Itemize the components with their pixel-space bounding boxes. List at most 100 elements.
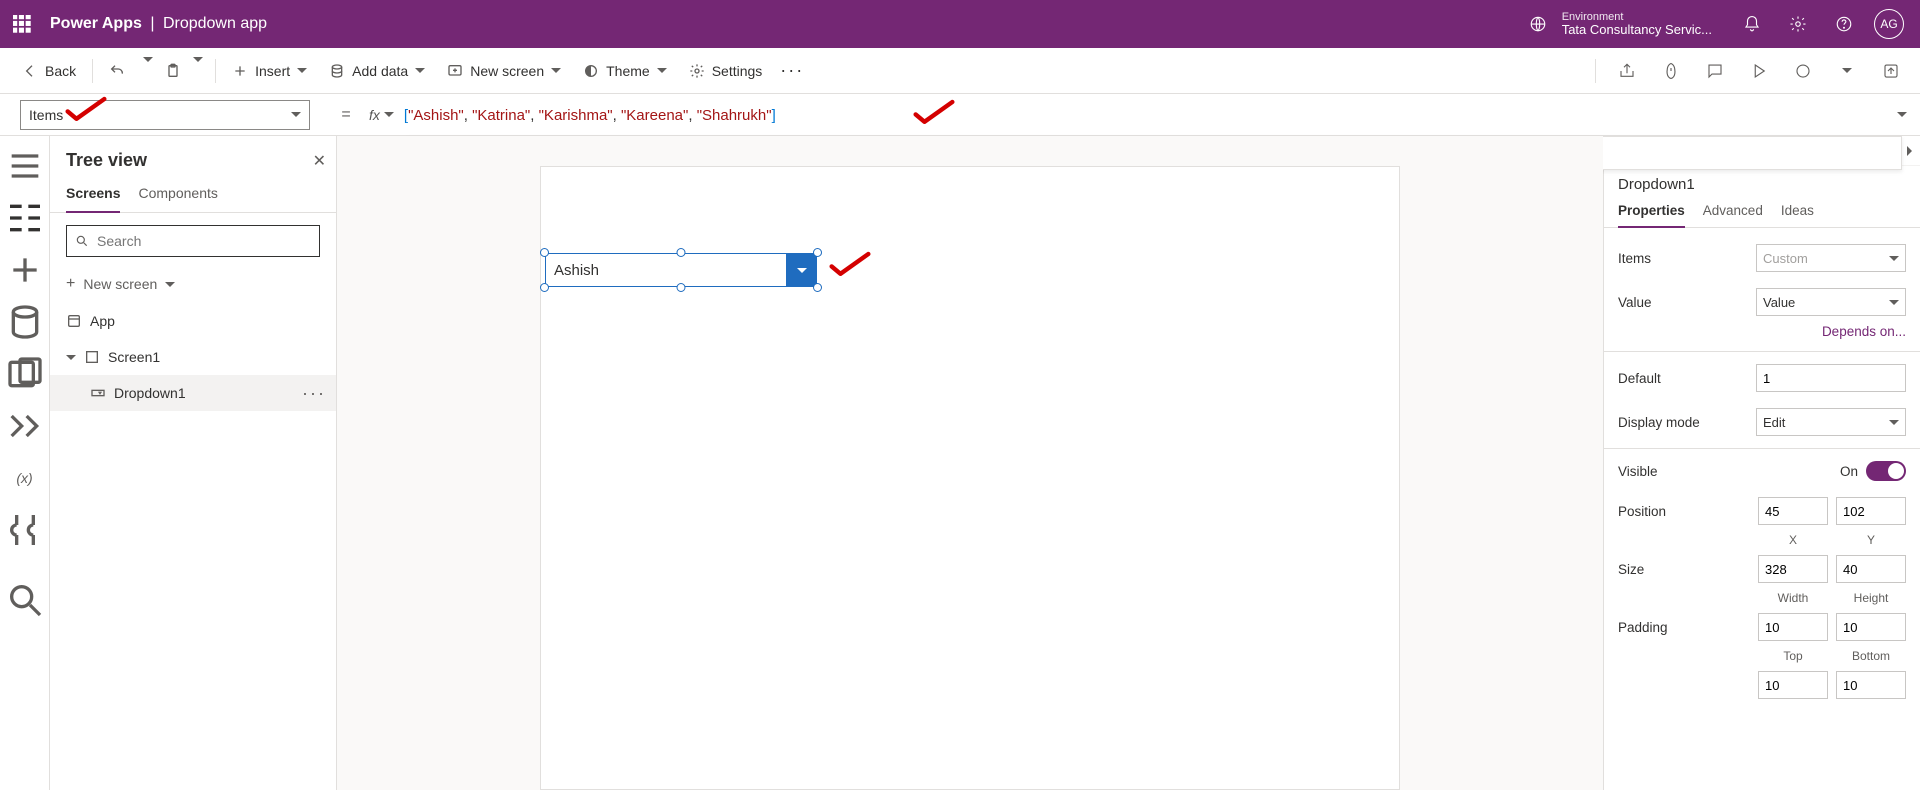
tab-advanced[interactable]: Advanced bbox=[1703, 199, 1763, 227]
property-selector-value: Items bbox=[29, 107, 63, 123]
prop-label-items: Items bbox=[1618, 251, 1651, 266]
prop-label-display-mode: Display mode bbox=[1618, 415, 1700, 430]
tree-item-dropdown1[interactable]: Dropdown1 ··· bbox=[50, 375, 336, 411]
canvas-dropdown-control[interactable]: Ashish bbox=[545, 253, 817, 287]
app-header: Power Apps | Dropdown app Environment Ta… bbox=[0, 0, 1920, 48]
play-icon[interactable] bbox=[1742, 54, 1776, 88]
resize-handle[interactable] bbox=[677, 283, 686, 292]
prop-label-size: Size bbox=[1618, 562, 1644, 577]
fx-label[interactable]: fx bbox=[355, 107, 394, 123]
notifications-icon[interactable] bbox=[1736, 8, 1768, 40]
save-status-icon[interactable] bbox=[1786, 54, 1820, 88]
hamburger-icon[interactable] bbox=[5, 146, 45, 186]
search-nav-icon[interactable] bbox=[5, 580, 45, 620]
tree-item-more-icon[interactable]: ··· bbox=[302, 383, 326, 404]
dropdown-selected-value: Ashish bbox=[554, 262, 599, 279]
prop-value-select[interactable]: Value bbox=[1756, 288, 1906, 316]
separator bbox=[215, 59, 216, 83]
left-nav-rail: (x) bbox=[0, 136, 50, 790]
new-screen-button[interactable]: + New screen bbox=[50, 269, 336, 299]
annotation-check-icon bbox=[912, 98, 956, 133]
paste-dropdown[interactable] bbox=[187, 62, 209, 80]
tab-ideas[interactable]: Ideas bbox=[1781, 199, 1814, 227]
padding-bottom-input[interactable] bbox=[1836, 613, 1906, 641]
prop-display-mode-select[interactable]: Edit bbox=[1756, 408, 1906, 436]
prop-label-default: Default bbox=[1618, 371, 1661, 386]
back-button[interactable]: Back bbox=[12, 49, 86, 93]
overflow-button[interactable]: ··· bbox=[774, 60, 810, 81]
media-nav-icon[interactable] bbox=[5, 354, 45, 394]
environment-picker[interactable]: Environment Tata Consultancy Servic... bbox=[1522, 8, 1712, 40]
selected-control-name: Dropdown1 bbox=[1604, 166, 1920, 199]
app-title: Power Apps | Dropdown app bbox=[50, 15, 267, 33]
tools-nav-icon[interactable] bbox=[5, 510, 45, 550]
separator bbox=[92, 59, 93, 83]
tree-item-app[interactable]: App bbox=[50, 303, 336, 339]
tab-properties[interactable]: Properties bbox=[1618, 199, 1685, 228]
properties-panel: Dropdown1 Properties Advanced Ideas Item… bbox=[1603, 136, 1920, 790]
tree-view-icon[interactable] bbox=[5, 198, 45, 238]
padding-left-input[interactable] bbox=[1758, 671, 1828, 699]
variables-nav-icon[interactable]: (x) bbox=[5, 458, 45, 498]
data-nav-icon[interactable] bbox=[5, 302, 45, 342]
prop-label-position: Position bbox=[1618, 504, 1666, 519]
insert-nav-icon[interactable] bbox=[5, 250, 45, 290]
padding-right-input[interactable] bbox=[1836, 671, 1906, 699]
comments-icon[interactable] bbox=[1698, 54, 1732, 88]
new-screen-button[interactable]: New screen bbox=[437, 49, 571, 93]
resize-handle[interactable] bbox=[677, 248, 686, 257]
insert-button[interactable]: Insert bbox=[222, 49, 317, 93]
position-y-input[interactable] bbox=[1836, 497, 1906, 525]
canvas[interactable]: Ashish bbox=[337, 136, 1603, 790]
command-bar: Back Insert Add data New screen T bbox=[0, 48, 1920, 94]
visible-toggle[interactable] bbox=[1866, 461, 1906, 481]
environment-label: Environment bbox=[1562, 11, 1712, 23]
formula-input[interactable]: ["Ashish", "Katrina", "Karishma", "Karee… bbox=[404, 102, 1874, 128]
tree-item-screen1[interactable]: Screen1 bbox=[50, 339, 336, 375]
tab-components[interactable]: Components bbox=[138, 179, 217, 212]
paste-button[interactable] bbox=[161, 49, 185, 93]
size-height-input[interactable] bbox=[1836, 555, 1906, 583]
waffle-icon[interactable] bbox=[6, 8, 38, 40]
depends-on-link[interactable]: Depends on... bbox=[1604, 324, 1920, 347]
product-name: Power Apps bbox=[50, 15, 142, 32]
help-icon[interactable] bbox=[1828, 8, 1860, 40]
annotation-check-icon bbox=[828, 250, 872, 285]
chevron-down-icon[interactable] bbox=[787, 253, 817, 287]
globe-icon bbox=[1522, 8, 1554, 40]
add-data-button[interactable]: Add data bbox=[319, 49, 435, 93]
visible-toggle-label: On bbox=[1840, 464, 1858, 479]
close-icon[interactable]: ✕ bbox=[313, 151, 326, 171]
publish-icon[interactable] bbox=[1874, 54, 1908, 88]
app-checker-icon[interactable] bbox=[1654, 54, 1688, 88]
prop-items-select[interactable]: Custom bbox=[1756, 244, 1906, 272]
document-name[interactable]: Dropdown app bbox=[163, 15, 267, 32]
prop-label-visible: Visible bbox=[1618, 464, 1658, 479]
equals-sign: = bbox=[337, 106, 355, 124]
flows-nav-icon[interactable] bbox=[5, 406, 45, 446]
size-width-input[interactable] bbox=[1758, 555, 1828, 583]
resize-handle[interactable] bbox=[813, 248, 822, 257]
resize-handle[interactable] bbox=[813, 283, 822, 292]
undo-dropdown[interactable] bbox=[137, 62, 159, 80]
position-x-input[interactable] bbox=[1758, 497, 1828, 525]
avatar[interactable]: AG bbox=[1874, 9, 1904, 39]
undo-button[interactable] bbox=[99, 49, 135, 93]
tree-search-input[interactable] bbox=[66, 225, 320, 257]
tree-view-title: Tree view bbox=[66, 150, 147, 171]
annotation-check-icon bbox=[64, 95, 108, 130]
settings-button[interactable]: Settings bbox=[679, 49, 773, 93]
environment-name: Tata Consultancy Servic... bbox=[1562, 23, 1712, 37]
prop-label-padding: Padding bbox=[1618, 620, 1668, 635]
expand-formula-icon[interactable] bbox=[1884, 97, 1920, 133]
formula-bar-row: Items = fx ["Ashish", "Katrina", "Karish… bbox=[0, 94, 1920, 136]
tab-screens[interactable]: Screens bbox=[66, 179, 120, 213]
resize-handle[interactable] bbox=[540, 283, 549, 292]
padding-top-input[interactable] bbox=[1758, 613, 1828, 641]
theme-button[interactable]: Theme bbox=[573, 49, 677, 93]
prop-default-input[interactable] bbox=[1756, 364, 1906, 392]
save-dropdown[interactable] bbox=[1830, 54, 1864, 88]
gear-icon[interactable] bbox=[1782, 8, 1814, 40]
resize-handle[interactable] bbox=[540, 248, 549, 257]
share-icon[interactable] bbox=[1610, 54, 1644, 88]
